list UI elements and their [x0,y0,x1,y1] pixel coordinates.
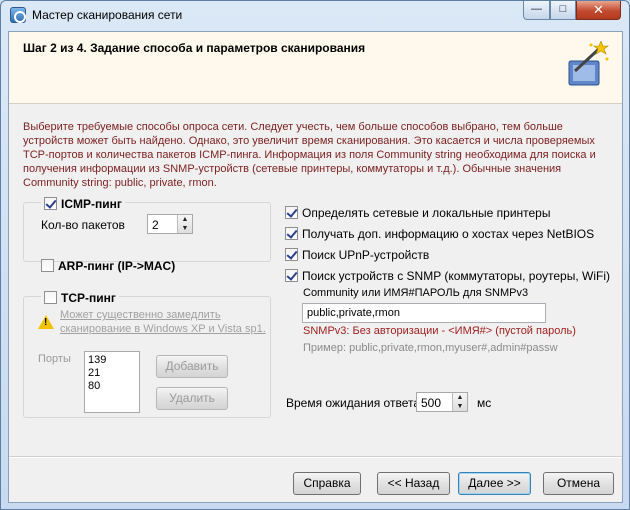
step-title: Шаг 2 из 4. Задание способа и параметров… [23,41,366,55]
packets-label: Кол-во пакетов [41,218,125,232]
option-snmp-row[interactable]: Поиск устройств с SNMP (коммутаторы, роу… [285,268,610,283]
wizard-window: Мастер сканирования сети — □ ✕ Шаг 2 из … [0,0,630,510]
snmpv3-note: SNMPv3: Без авторизации - <ИМЯ#> (пустой… [303,325,576,337]
option-upnp-row[interactable]: Поиск UPnP-устройств [285,247,429,262]
cancel-button[interactable]: Отмена [543,472,614,495]
arrow-down-icon[interactable]: ▼ [178,224,192,233]
help-button[interactable]: Справка [293,472,361,495]
icmp-label: ICMP-пинг [61,196,122,211]
netbios-label: Получать доп. информацию о хостах через … [302,226,595,241]
back-button[interactable]: << Назад [377,472,450,495]
netbios-checkbox[interactable] [285,227,298,241]
timeout-label: Время ожидания ответа [286,396,420,410]
packets-stepper-arrows[interactable]: ▲ ▼ [177,215,192,233]
timeout-unit: мс [477,396,492,410]
wizard-client-area: Шаг 2 из 4. Задание способа и параметров… [8,31,623,503]
ports-list[interactable]: 139 21 80 [84,351,140,413]
icmp-checkbox[interactable] [44,197,57,211]
timeout-stepper-arrows[interactable]: ▲ ▼ [452,393,467,411]
community-input[interactable]: public,private,rmon [302,303,546,323]
ports-label: Порты [38,353,71,365]
list-item[interactable]: 80 [88,380,136,393]
packets-value: 2 [152,218,159,232]
app-icon [10,7,26,23]
upnp-checkbox[interactable] [285,248,298,262]
description-text: Выберите требуемые способы опроса сети. … [23,121,596,189]
arp-checkbox[interactable] [41,259,54,273]
icmp-checkbox-row[interactable]: ICMP-пинг [41,196,125,211]
arrow-up-icon[interactable]: ▲ [178,215,192,224]
maximize-button[interactable]: □ [550,1,576,20]
snmp-label: Поиск устройств с SNMP (коммутаторы, роу… [302,268,610,283]
remove-port-button[interactable]: Удалить [156,387,228,410]
arp-checkbox-row[interactable]: ARP-пинг (IP->MAC) [41,258,175,273]
upnp-label: Поиск UPnP-устройств [302,247,430,262]
timeout-stepper[interactable]: 500 ▲ ▼ [416,392,468,412]
tcp-checkbox-row[interactable]: TCP-пинг [41,290,119,305]
arrow-up-icon[interactable]: ▲ [453,393,467,402]
tcp-label: TCP-пинг [61,290,116,305]
close-button[interactable]: ✕ [576,1,621,20]
tcp-checkbox[interactable] [44,291,57,305]
timeout-value: 500 [421,396,442,410]
arrow-down-icon[interactable]: ▼ [453,402,467,411]
option-netbios-row[interactable]: Получать доп. информацию о хостах через … [285,226,594,241]
printers-checkbox[interactable] [285,206,298,220]
warning-icon: ! [38,315,54,329]
add-port-button[interactable]: Добавить [156,355,228,378]
community-example: Пример: public,private,rmon,myuser#,admi… [303,342,558,354]
option-printers-row[interactable]: Определять сетевые и локальные принтеры [285,205,550,220]
next-button[interactable]: Далее >> [458,472,531,495]
tcp-warning-text: Может существенно замедлить сканирование… [60,309,266,335]
packets-stepper[interactable]: 2 ▲ ▼ [147,214,193,234]
wizard-magic-wand-icon [568,41,609,86]
title-bar[interactable]: Мастер сканирования сети — □ ✕ [1,1,629,29]
printers-label: Определять сетевые и локальные принтеры [302,205,551,220]
list-item[interactable]: 139 [88,354,136,367]
window-title: Мастер сканирования сети [32,8,183,22]
snmp-checkbox[interactable] [285,269,298,283]
community-label: Community или ИМЯ#ПАРОЛЬ для SNMPv3 [303,287,529,299]
minimize-button[interactable]: — [523,1,550,20]
footer-separator [9,456,622,458]
list-item[interactable]: 21 [88,367,136,380]
wizard-header: Шаг 2 из 4. Задание способа и параметров… [9,32,622,104]
arp-label: ARP-пинг (IP->MAC) [58,258,176,273]
